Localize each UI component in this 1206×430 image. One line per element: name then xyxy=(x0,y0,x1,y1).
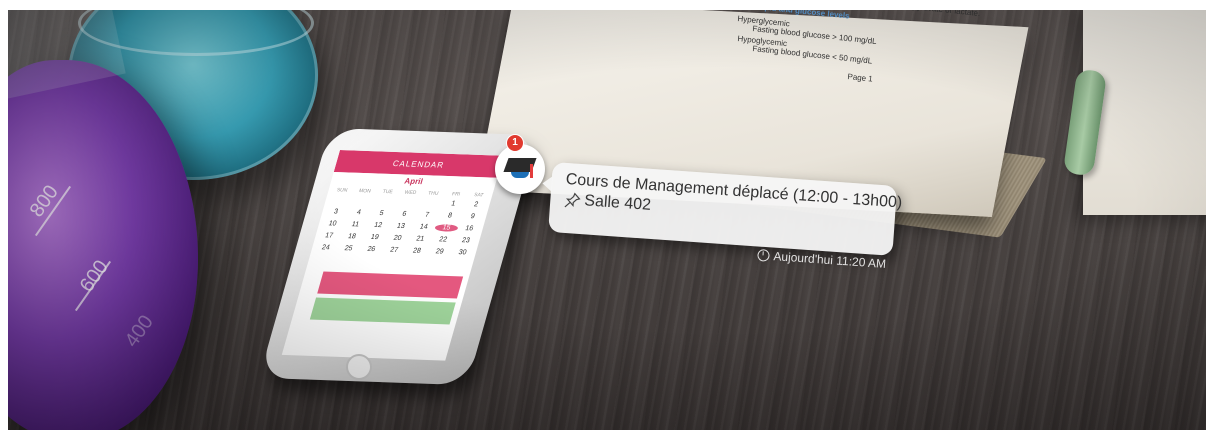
calendar-weekday: THU xyxy=(427,190,440,197)
photo-scene: 800 600 400 Lipid and glucose levels pyr… xyxy=(8,10,1206,430)
home-button[interactable] xyxy=(346,354,372,380)
calendar-weekday: SUN xyxy=(335,187,349,194)
calendar-day[interactable]: 22 xyxy=(431,236,456,244)
calendar-day[interactable]: 29 xyxy=(427,248,452,256)
calendar-day[interactable]: 3 xyxy=(324,208,349,216)
calendar-day[interactable]: 27 xyxy=(382,246,407,254)
calendar-day-empty xyxy=(418,199,443,207)
calendar-day[interactable]: 7 xyxy=(415,211,440,219)
calendar-day[interactable]: 11 xyxy=(343,221,368,229)
calendar-weekday: MON xyxy=(358,188,372,195)
calendar-day[interactable]: 18 xyxy=(339,233,364,241)
calendar-day[interactable]: 6 xyxy=(392,210,417,218)
calendar-weekday: SAT xyxy=(473,192,485,199)
calendar-event-pink[interactable] xyxy=(317,271,464,299)
calendar-day[interactable]: 1 xyxy=(441,200,466,208)
calendar-day[interactable]: 30 xyxy=(450,249,475,257)
notification-count-badge: 1 xyxy=(506,134,524,152)
notification-room-text: Salle 402 xyxy=(583,192,652,214)
calendar-weekday: FRI xyxy=(451,191,461,198)
calendar-day[interactable]: 15 xyxy=(434,224,459,232)
calendar-day[interactable]: 19 xyxy=(362,234,387,242)
calendar-day[interactable]: 5 xyxy=(369,210,394,218)
smartphone: CALENDAR April SUN MON TUE WED THU FRI SAT 123… xyxy=(258,128,539,390)
calendar-day[interactable]: 10 xyxy=(320,220,345,228)
calendar-day[interactable]: 8 xyxy=(437,212,462,220)
calendar-day-empty xyxy=(372,198,397,206)
calendar-day[interactable]: 16 xyxy=(457,225,482,233)
calendar-weekday: WED xyxy=(403,189,417,197)
calendar-day[interactable]: 4 xyxy=(346,209,371,217)
calendar-day[interactable]: 2 xyxy=(464,201,489,209)
calendar-day[interactable]: 12 xyxy=(366,222,391,230)
calendar-day[interactable]: 20 xyxy=(385,234,410,242)
calendar-day[interactable]: 13 xyxy=(388,222,413,230)
calendar-day[interactable]: 24 xyxy=(313,244,338,252)
pin-icon xyxy=(564,192,581,208)
calendar-weekday: TUE xyxy=(381,188,394,196)
clock-icon xyxy=(757,248,770,262)
calendar-day[interactable]: 23 xyxy=(453,237,478,245)
calendar-day[interactable]: 17 xyxy=(317,232,342,240)
calendar-day[interactable]: 21 xyxy=(408,235,433,243)
app-icon[interactable] xyxy=(495,144,545,194)
graduation-cap-icon xyxy=(503,158,537,180)
calendar-day[interactable]: 14 xyxy=(411,223,436,231)
calendar-event-green[interactable] xyxy=(309,297,456,325)
calendar-day-empty xyxy=(327,196,352,204)
calendar-grid: 1 2 3 4 5 6 7 8 9 10 11 12 13 14 15 16 17 18 19 20 21 22 23 24 2… xyxy=(311,194,491,259)
calendar-day-empty xyxy=(395,198,420,206)
notification-room: Salle 402 xyxy=(564,191,652,215)
calendar-day[interactable]: 25 xyxy=(336,245,361,253)
calendar-day[interactable]: 28 xyxy=(404,247,429,255)
calendar-day[interactable]: 26 xyxy=(359,246,384,254)
calendar-day[interactable]: 9 xyxy=(460,213,485,221)
calendar-day-empty xyxy=(350,197,375,205)
book-side-text: pyruvate or lactate. xyxy=(912,10,981,19)
